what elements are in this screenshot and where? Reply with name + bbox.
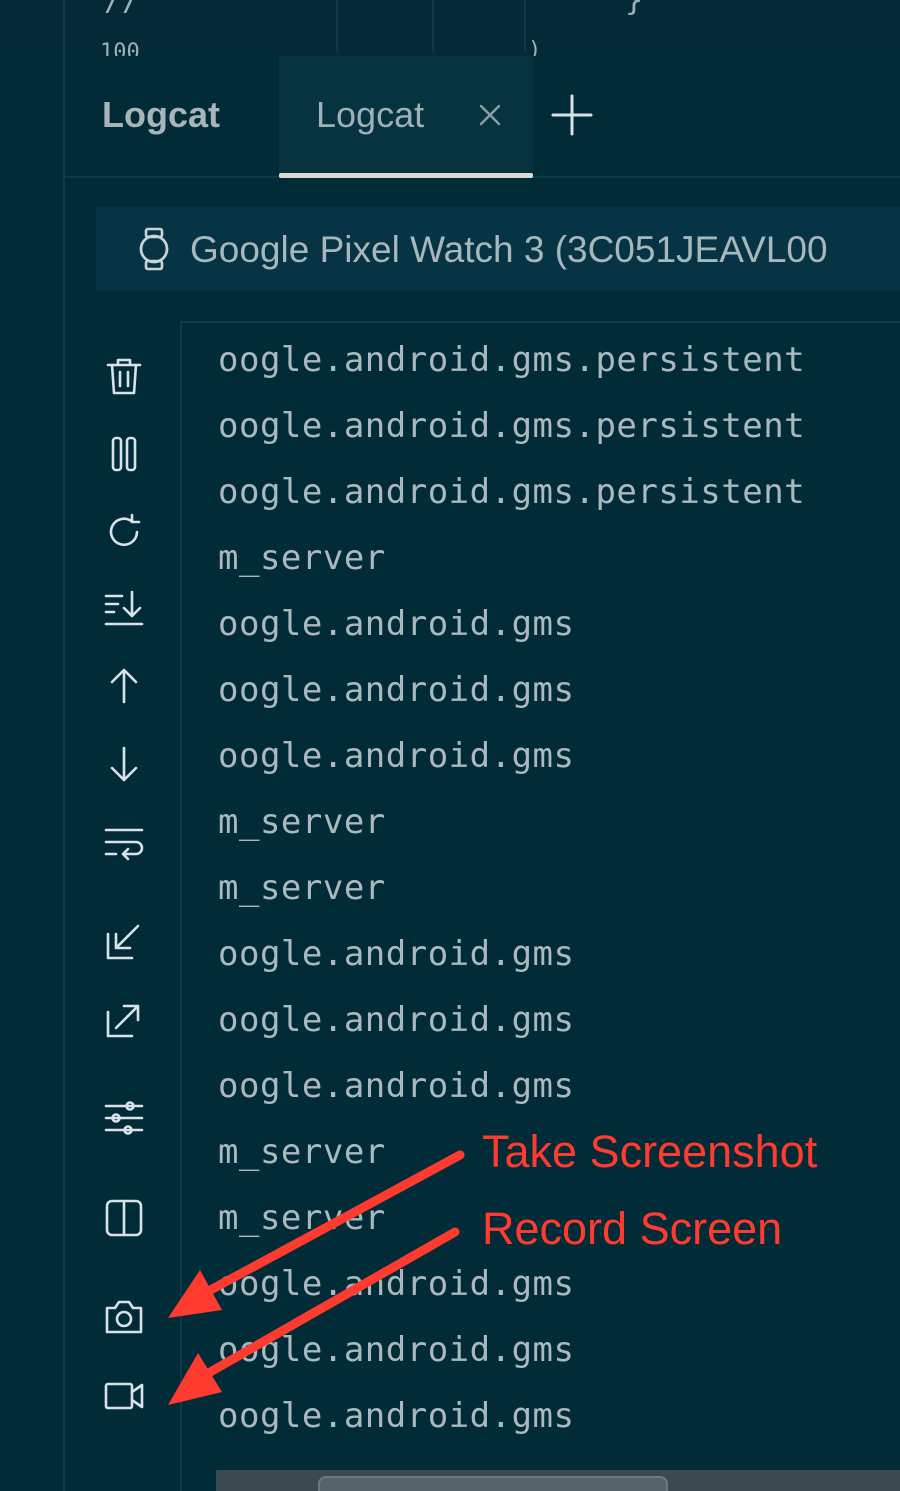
split-panels-button[interactable] — [98, 1192, 150, 1244]
refresh-icon — [109, 513, 141, 547]
log-line: oogle.android.gms — [218, 736, 575, 776]
split-icon — [105, 1199, 143, 1237]
logcat-settings-button[interactable] — [98, 1092, 150, 1144]
plus-icon[interactable] — [550, 93, 594, 137]
take-screenshot-button[interactable] — [98, 1290, 150, 1342]
log-line: oogle.android.gms — [218, 670, 575, 710]
arrow-down-icon — [110, 746, 138, 782]
device-selector[interactable]: Google Pixel Watch 3 (3C051JEAVL00 — [96, 207, 900, 291]
clear-logcat-button[interactable] — [98, 350, 150, 402]
arrow-up-icon — [110, 668, 138, 704]
scrollbar-thumb[interactable] — [318, 1476, 668, 1491]
wrap-icon — [104, 828, 144, 861]
restart-button[interactable] — [98, 506, 150, 558]
camera-icon — [105, 1300, 143, 1334]
log-line: oogle.android.gms.persistent — [218, 406, 806, 446]
watch-icon — [139, 227, 169, 271]
log-line: oogle.android.gms — [218, 604, 575, 644]
tool-window-title: Logcat — [102, 94, 221, 135]
log-line: m_server — [218, 802, 386, 842]
import-icon — [106, 924, 140, 960]
editor-remnant: // } 100 ) — [0, 0, 900, 56]
active-tab-indicator — [279, 173, 533, 178]
export-icon — [106, 1004, 140, 1038]
log-line: m_server — [218, 868, 386, 908]
import-button[interactable] — [98, 916, 150, 968]
soft-wrap-button[interactable] — [98, 818, 150, 870]
device-label: Google Pixel Watch 3 (3C051JEAVL00 — [190, 229, 828, 270]
window-edge — [63, 0, 65, 1491]
logcat-tab-bar: Logcat Logcat — [65, 56, 900, 178]
sliders-icon — [104, 1101, 144, 1135]
log-line: oogle.android.gms — [218, 1330, 575, 1370]
log-line: oogle.android.gms.persistent — [218, 472, 806, 512]
tab-logcat[interactable]: Logcat — [279, 56, 533, 178]
pause-button[interactable] — [98, 428, 150, 480]
logcat-output[interactable]: oogle.android.gms.persistent oogle.andro… — [180, 321, 900, 1491]
scroll-to-end-icon — [104, 590, 144, 626]
editor-guide-line — [524, 0, 526, 52]
log-line: m_server — [218, 538, 386, 578]
log-line: m_server — [218, 1132, 386, 1172]
trash-icon — [106, 358, 142, 395]
log-line: oogle.android.gms.persistent — [218, 340, 806, 380]
scroll-to-end-button[interactable] — [98, 582, 150, 634]
editor-guide-line — [336, 0, 338, 52]
export-button[interactable] — [98, 994, 150, 1046]
record-screen-button[interactable] — [98, 1370, 150, 1422]
editor-guide-line — [432, 0, 434, 52]
video-camera-icon — [104, 1382, 144, 1410]
tab-label: Logcat — [316, 94, 425, 135]
close-icon[interactable] — [475, 100, 505, 130]
next-button[interactable] — [98, 738, 150, 790]
log-line: oogle.android.gms — [218, 934, 575, 974]
editor-text: // — [104, 0, 141, 18]
log-line: oogle.android.gms — [218, 1066, 575, 1106]
log-line: oogle.android.gms — [218, 1264, 575, 1304]
editor-line-number: 100 — [100, 40, 140, 56]
take-screenshot-annotation: Take Screenshot — [482, 1126, 818, 1177]
log-line: m_server — [218, 1198, 386, 1238]
log-line: oogle.android.gms — [218, 1396, 575, 1436]
editor-text: } — [625, 0, 644, 18]
record-screen-annotation: Record Screen — [482, 1203, 783, 1254]
editor-text: ) — [528, 38, 542, 56]
log-line: oogle.android.gms — [218, 1000, 575, 1040]
previous-button[interactable] — [98, 660, 150, 712]
pause-icon — [111, 436, 137, 472]
